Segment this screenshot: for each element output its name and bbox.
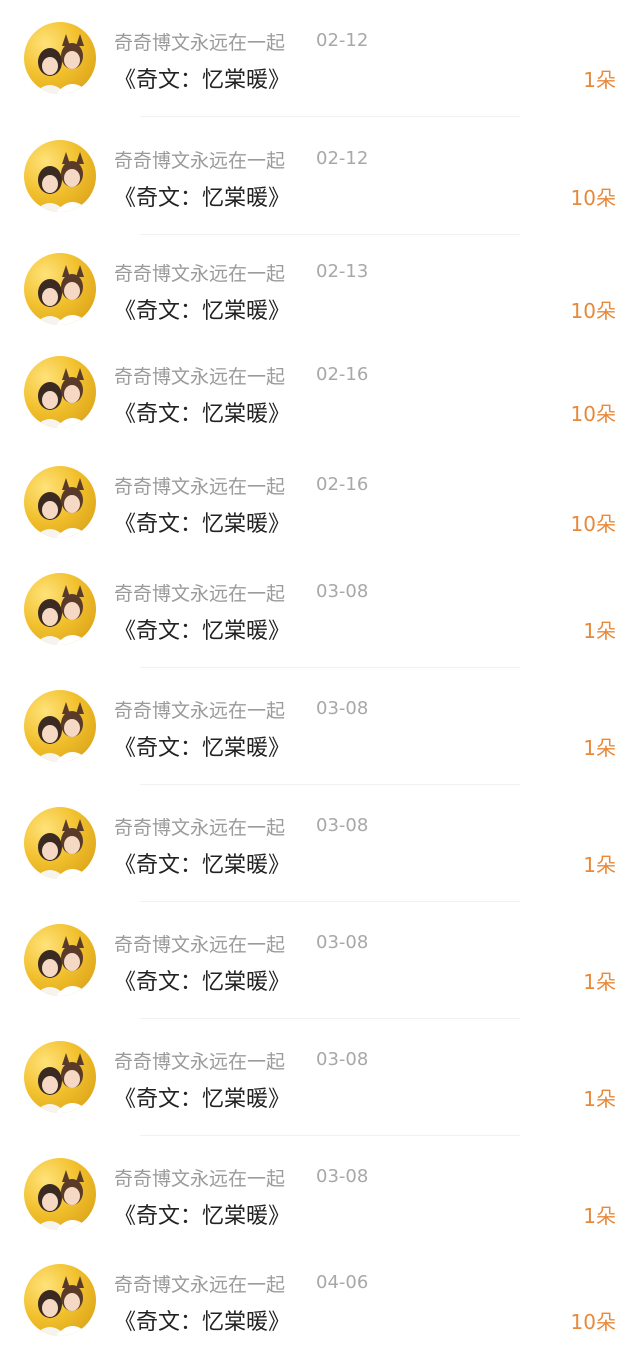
row-divider xyxy=(140,1135,520,1136)
avatar[interactable] xyxy=(24,356,96,428)
gift-count: 1朵 xyxy=(583,736,616,760)
gift-count: 1朵 xyxy=(583,619,616,643)
row-divider xyxy=(140,784,520,785)
list-item[interactable]: 奇奇博文永远在一起 03-08 《奇文：忆棠暖》 1朵 xyxy=(0,670,640,785)
avatar[interactable] xyxy=(24,253,96,325)
list-item[interactable]: 奇奇博文永远在一起 02-16 《奇文：忆棠暖》 10朵 xyxy=(0,336,640,436)
user-avatar-photo-icon xyxy=(34,34,90,94)
gift-date: 03-08 xyxy=(316,698,369,719)
user-avatar-photo-icon xyxy=(34,152,90,212)
gift-date: 04-06 xyxy=(316,1272,369,1293)
user-avatar-photo-icon xyxy=(34,478,90,538)
list-item[interactable]: 奇奇博文永远在一起 02-12 《奇文：忆棠暖》 1朵 xyxy=(0,0,640,117)
work-title[interactable]: 《奇文：忆棠暖》 xyxy=(114,847,290,879)
user-avatar-photo-icon xyxy=(34,1170,90,1230)
user-avatar-photo-icon xyxy=(34,265,90,325)
work-title[interactable]: 《奇文：忆棠暖》 xyxy=(114,180,290,212)
list-item[interactable]: 奇奇博文永远在一起 03-08 《奇文：忆棠暖》 1朵 xyxy=(0,553,640,668)
avatar[interactable] xyxy=(24,924,96,996)
gift-date: 03-08 xyxy=(316,581,369,602)
gift-count: 1朵 xyxy=(583,1204,616,1228)
gift-date: 02-12 xyxy=(316,30,369,51)
avatar[interactable] xyxy=(24,1264,96,1336)
gift-date: 03-08 xyxy=(316,932,369,953)
avatar[interactable] xyxy=(24,807,96,879)
list-item[interactable]: 奇奇博文永远在一起 02-13 《奇文：忆棠暖》 10朵 xyxy=(0,231,640,331)
row-divider xyxy=(140,667,520,668)
gift-count: 10朵 xyxy=(570,299,616,323)
gift-date: 03-08 xyxy=(316,815,369,836)
avatar[interactable] xyxy=(24,466,96,538)
username[interactable]: 奇奇博文永远在一起 xyxy=(114,259,285,286)
username[interactable]: 奇奇博文永远在一起 xyxy=(114,1270,285,1297)
username[interactable]: 奇奇博文永远在一起 xyxy=(114,696,285,723)
gift-count: 10朵 xyxy=(570,512,616,536)
user-avatar-photo-icon xyxy=(34,1276,90,1336)
avatar[interactable] xyxy=(24,690,96,762)
username[interactable]: 奇奇博文永远在一起 xyxy=(114,28,285,55)
list-item[interactable]: 奇奇博文永远在一起 03-08 《奇文：忆棠暖》 1朵 xyxy=(0,1021,640,1136)
work-title[interactable]: 《奇文：忆棠暖》 xyxy=(114,62,290,94)
username[interactable]: 奇奇博文永远在一起 xyxy=(114,146,285,173)
row-divider xyxy=(140,901,520,902)
gift-date: 02-13 xyxy=(316,261,369,282)
gift-date: 02-16 xyxy=(316,474,369,495)
work-title[interactable]: 《奇文：忆棠暖》 xyxy=(114,1198,290,1230)
work-title[interactable]: 《奇文：忆棠暖》 xyxy=(114,730,290,762)
user-avatar-photo-icon xyxy=(34,585,90,645)
gift-count: 10朵 xyxy=(570,186,616,210)
user-avatar-photo-icon xyxy=(34,936,90,996)
row-divider xyxy=(140,116,520,117)
gift-record-list: 奇奇博文永远在一起 02-12 《奇文：忆棠暖》 1朵 奇奇博文永远在一起 02… xyxy=(0,0,640,1365)
gift-date: 02-16 xyxy=(316,364,369,385)
user-avatar-photo-icon xyxy=(34,819,90,879)
username[interactable]: 奇奇博文永远在一起 xyxy=(114,472,285,499)
work-title[interactable]: 《奇文：忆棠暖》 xyxy=(114,396,290,428)
gift-count: 1朵 xyxy=(583,970,616,994)
list-item[interactable]: 奇奇博文永远在一起 04-06 《奇文：忆棠暖》 10朵 xyxy=(0,1244,640,1344)
gift-date: 02-12 xyxy=(316,148,369,169)
username[interactable]: 奇奇博文永远在一起 xyxy=(114,1164,285,1191)
gift-date: 03-08 xyxy=(316,1049,369,1070)
work-title[interactable]: 《奇文：忆棠暖》 xyxy=(114,1304,290,1336)
gift-count: 1朵 xyxy=(583,1087,616,1111)
work-title[interactable]: 《奇文：忆棠暖》 xyxy=(114,964,290,996)
gift-count: 10朵 xyxy=(570,402,616,426)
user-avatar-photo-icon xyxy=(34,368,90,428)
work-title[interactable]: 《奇文：忆棠暖》 xyxy=(114,293,290,325)
username[interactable]: 奇奇博文永远在一起 xyxy=(114,362,285,389)
username[interactable]: 奇奇博文永远在一起 xyxy=(114,813,285,840)
avatar[interactable] xyxy=(24,22,96,94)
gift-count: 1朵 xyxy=(583,853,616,877)
username[interactable]: 奇奇博文永远在一起 xyxy=(114,930,285,957)
gift-date: 03-08 xyxy=(316,1166,369,1187)
row-divider xyxy=(140,1018,520,1019)
work-title[interactable]: 《奇文：忆棠暖》 xyxy=(114,1081,290,1113)
user-avatar-photo-icon xyxy=(34,702,90,762)
list-item[interactable]: 奇奇博文永远在一起 02-16 《奇文：忆棠暖》 10朵 xyxy=(0,446,640,546)
avatar[interactable] xyxy=(24,1158,96,1230)
list-item[interactable]: 奇奇博文永远在一起 02-12 《奇文：忆棠暖》 10朵 xyxy=(0,118,640,235)
work-title[interactable]: 《奇文：忆棠暖》 xyxy=(114,506,290,538)
gift-count: 1朵 xyxy=(583,68,616,92)
username[interactable]: 奇奇博文永远在一起 xyxy=(114,1047,285,1074)
username[interactable]: 奇奇博文永远在一起 xyxy=(114,579,285,606)
avatar[interactable] xyxy=(24,1041,96,1113)
work-title[interactable]: 《奇文：忆棠暖》 xyxy=(114,613,290,645)
gift-count: 10朵 xyxy=(570,1310,616,1334)
list-item[interactable]: 奇奇博文永远在一起 03-08 《奇文：忆棠暖》 1朵 xyxy=(0,1138,640,1238)
user-avatar-photo-icon xyxy=(34,1053,90,1113)
avatar[interactable] xyxy=(24,140,96,212)
list-item[interactable]: 奇奇博文永远在一起 03-08 《奇文：忆棠暖》 1朵 xyxy=(0,904,640,1019)
avatar[interactable] xyxy=(24,573,96,645)
list-item[interactable]: 奇奇博文永远在一起 03-08 《奇文：忆棠暖》 1朵 xyxy=(0,787,640,902)
